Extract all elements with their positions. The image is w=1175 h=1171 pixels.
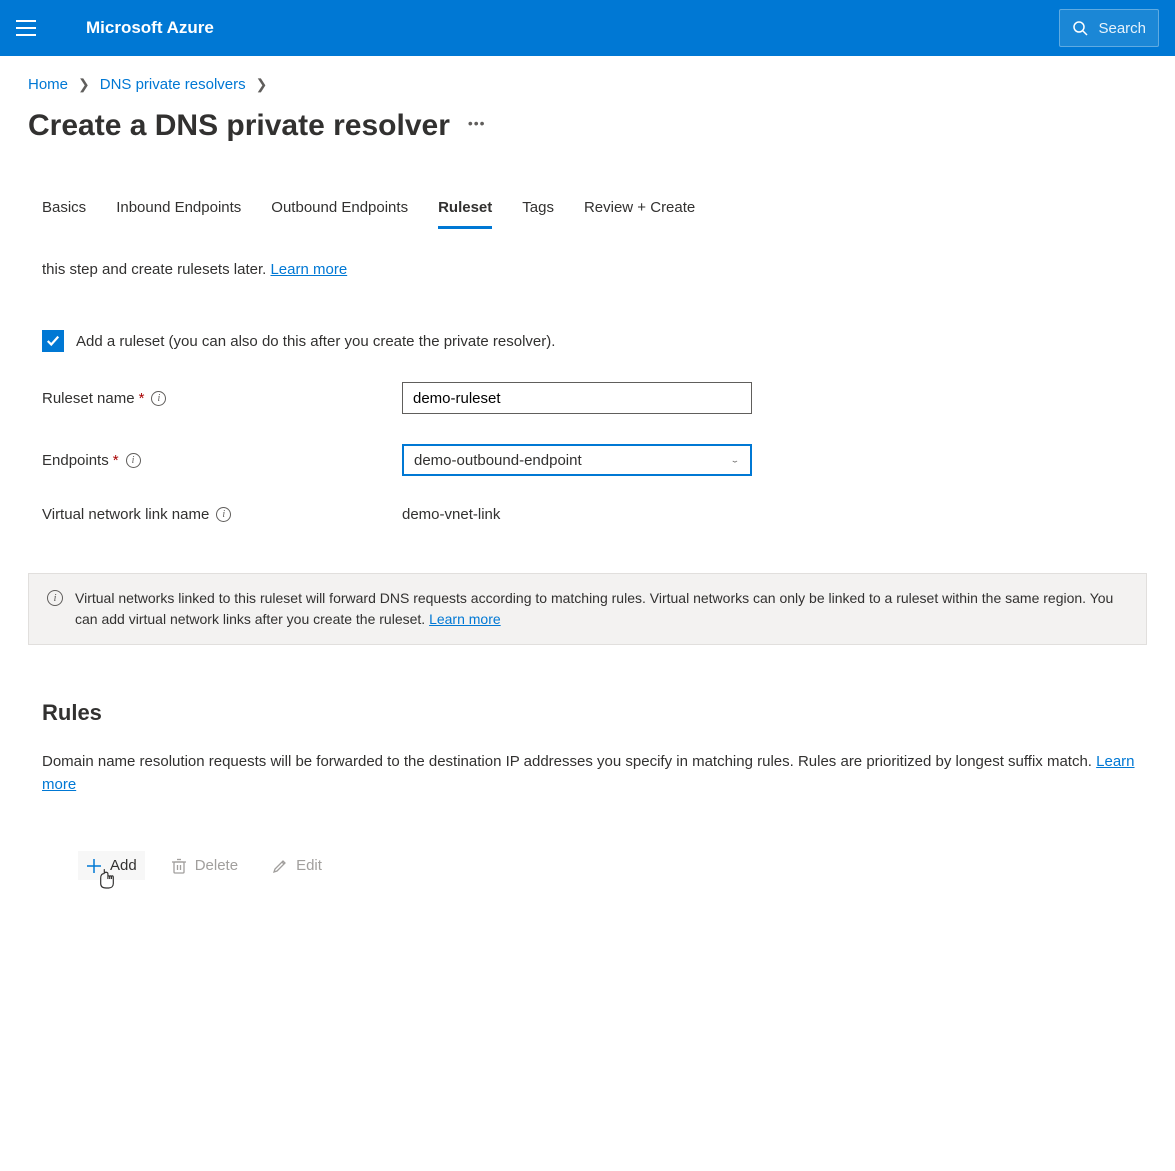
more-icon[interactable]: ••• [468, 115, 486, 137]
tab-review-create[interactable]: Review + Create [584, 193, 695, 229]
trash-icon [171, 858, 187, 874]
tab-tags[interactable]: Tags [522, 193, 554, 229]
intro-learn-more-link[interactable]: Learn more [270, 261, 347, 278]
rules-toolbar: Add Delete Edit [28, 851, 1147, 880]
search-box[interactable]: Search [1059, 9, 1159, 47]
endpoints-label: Endpoints*i [42, 452, 402, 469]
tabs: Basics Inbound Endpoints Outbound Endpoi… [28, 193, 1147, 229]
search-placeholder: Search [1098, 20, 1146, 37]
add-ruleset-label: Add a ruleset (you can also do this afte… [76, 333, 555, 350]
add-ruleset-checkbox[interactable] [42, 330, 64, 352]
delete-button: Delete [163, 851, 246, 880]
search-icon [1072, 20, 1088, 36]
cursor-icon [98, 868, 116, 890]
info-banner: i Virtual networks linked to this rulese… [28, 573, 1147, 645]
intro-text: this step and create rulesets later. Lea… [28, 259, 1147, 280]
page-title: Create a DNS private resolver [28, 109, 450, 143]
chevron-down-icon: ⌄ [730, 456, 740, 464]
rules-description: Domain name resolution requests will be … [28, 751, 1147, 796]
chevron-right-icon: ❯ [78, 76, 90, 93]
rules-title: Rules [28, 700, 1147, 726]
info-icon[interactable]: i [151, 391, 166, 406]
breadcrumb-resolvers[interactable]: DNS private resolvers [100, 76, 246, 93]
ruleset-name-input[interactable] [402, 382, 752, 414]
info-icon: i [47, 590, 63, 606]
tab-inbound-endpoints[interactable]: Inbound Endpoints [116, 193, 241, 229]
brand-label: Microsoft Azure [86, 18, 1059, 38]
info-icon[interactable]: i [126, 453, 141, 468]
top-bar: Microsoft Azure Search [0, 0, 1175, 56]
breadcrumb: Home ❯ DNS private resolvers ❯ [28, 76, 1147, 93]
tab-outbound-endpoints[interactable]: Outbound Endpoints [271, 193, 408, 229]
breadcrumb-home[interactable]: Home [28, 76, 68, 93]
ruleset-name-label: Ruleset name*i [42, 390, 402, 407]
banner-learn-more-link[interactable]: Learn more [429, 611, 501, 627]
edit-button: Edit [264, 851, 330, 880]
endpoints-select[interactable]: demo-outbound-endpoint ⌄ [402, 444, 752, 476]
vnet-link-label: Virtual network link namei [42, 506, 402, 523]
chevron-right-icon: ❯ [256, 76, 268, 93]
tab-ruleset[interactable]: Ruleset [438, 193, 492, 229]
tab-basics[interactable]: Basics [42, 193, 86, 229]
info-icon[interactable]: i [216, 507, 231, 522]
check-icon [46, 334, 60, 348]
hamburger-icon[interactable] [16, 20, 36, 36]
pencil-icon [272, 858, 288, 874]
vnet-link-value: demo-vnet-link [402, 506, 500, 523]
